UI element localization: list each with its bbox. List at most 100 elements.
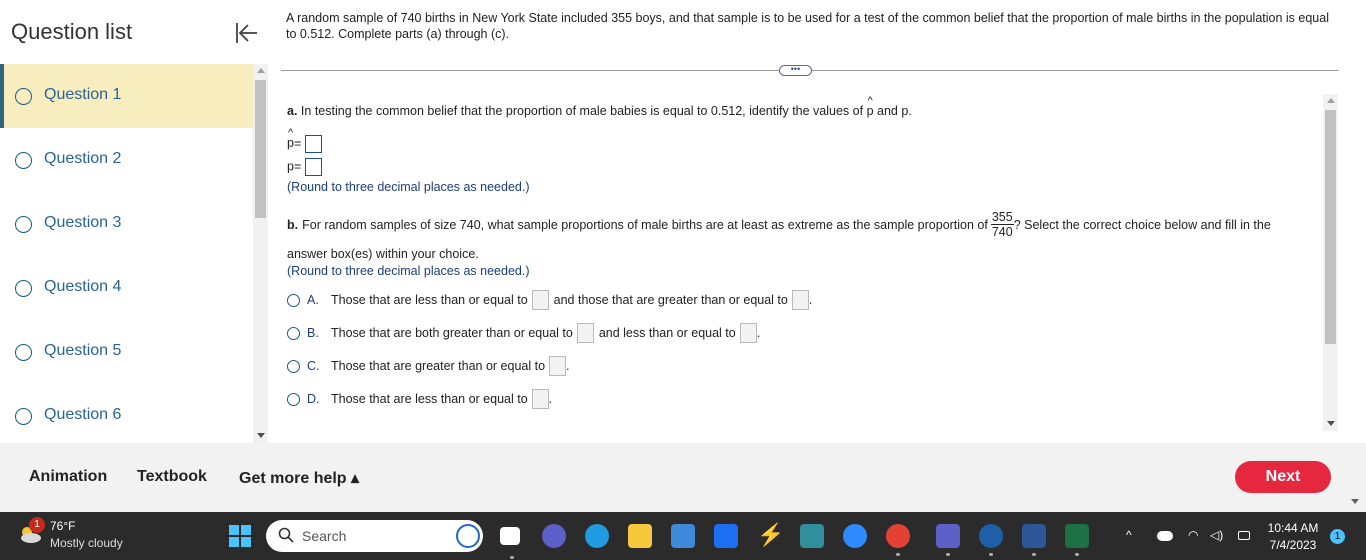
choice-a-box-1[interactable]	[531, 290, 549, 310]
scroll-up-icon[interactable]	[1327, 98, 1335, 103]
choice-text: Those that are less than or equal to	[331, 293, 528, 307]
taskbar-search[interactable]: Search	[266, 520, 483, 552]
question-item-5[interactable]: Question 5	[0, 320, 253, 384]
clock-time: 10:44 AM	[1267, 521, 1319, 535]
windows-taskbar: 1 76°F Mostly cloudy Search ⚡ ^ ◠ ◁) 10:…	[0, 512, 1366, 560]
bottom-toolbar: Animation Textbook Get more help ▴ Next	[0, 443, 1366, 512]
scroll-up-icon[interactable]	[257, 68, 265, 73]
question-item-label: Question 5	[44, 342, 122, 359]
question-item-4[interactable]: Question 4	[0, 256, 253, 320]
question-list-header: Question list	[0, 0, 272, 64]
round-hint-a: (Round to three decimal places as needed…	[287, 180, 530, 194]
lightning-app-icon[interactable]: ⚡	[757, 524, 784, 548]
question-item-6[interactable]: Question 6	[0, 384, 253, 443]
question-item-label: Question 1	[44, 86, 122, 103]
choice-b-box-1[interactable]	[576, 323, 594, 343]
choice-d-box-1[interactable]	[531, 389, 549, 409]
scrollbar-thumb[interactable]	[1325, 110, 1336, 344]
store-icon[interactable]	[671, 524, 695, 548]
search-label: Search	[302, 528, 347, 544]
question-item-1[interactable]: Question 1	[0, 64, 253, 128]
phat-answer-box[interactable]	[304, 135, 322, 153]
word-icon[interactable]	[1022, 524, 1046, 556]
chrome-icon[interactable]	[886, 524, 910, 556]
radio-icon	[15, 88, 32, 105]
period: .	[808, 293, 813, 307]
collapse-panel-icon[interactable]	[233, 20, 259, 46]
next-button[interactable]: Next	[1235, 461, 1331, 493]
choice-text: Those that are less than or equal to	[331, 392, 528, 406]
choice-text: and less than or equal to	[598, 326, 736, 340]
question-intro: A random sample of 740 births in New Yor…	[286, 11, 1329, 41]
phat-label: p	[287, 127, 294, 150]
part-a-prefix: a.	[287, 104, 298, 118]
teams-chat-icon[interactable]	[542, 524, 566, 548]
choice-text: Those that are greater than or equal to	[331, 359, 546, 373]
choice-b[interactable]: B. Those that are both greater than or e…	[287, 322, 760, 344]
period: .	[548, 392, 553, 406]
question-item-label: Question 3	[44, 214, 122, 231]
onedrive-icon[interactable]	[1157, 531, 1173, 541]
part-a-text: a. In testing the common belief that the…	[287, 95, 912, 118]
choice-radio-icon[interactable]	[287, 293, 300, 307]
choice-radio-icon[interactable]	[287, 359, 300, 373]
choice-radio-icon[interactable]	[287, 326, 300, 340]
battery-icon[interactable]	[1238, 531, 1250, 540]
choice-c-box-1[interactable]	[549, 356, 567, 376]
choice-a-box-2[interactable]	[791, 290, 809, 310]
question-item-label: Question 4	[44, 278, 122, 295]
file-explorer-icon[interactable]	[628, 524, 652, 548]
wifi-icon[interactable]: ◠	[1188, 528, 1198, 542]
radio-icon	[15, 152, 32, 169]
choice-letter: C.	[307, 359, 320, 373]
zoom-icon[interactable]	[843, 524, 867, 548]
part-b-text: b. For random samples of size 740, what …	[287, 210, 1271, 239]
scrollbar-thumb[interactable]	[255, 80, 266, 218]
clock-date: 7/4/2023	[1269, 538, 1317, 552]
show-hidden-icons-icon[interactable]: ^	[1126, 528, 1132, 542]
radio-icon	[15, 408, 32, 425]
part-a-and: and p.	[877, 104, 912, 118]
page-scroll-down-icon[interactable]	[1351, 499, 1359, 504]
radio-icon	[15, 280, 32, 297]
scroll-down-icon[interactable]	[257, 433, 265, 438]
animation-link[interactable]: Animation	[29, 468, 107, 486]
app-window: Question list Question 1 Question 2 Ques…	[0, 0, 1366, 512]
fraction-denominator: 740	[991, 225, 1013, 239]
expand-more-button[interactable]: •••	[779, 65, 812, 76]
notification-badge[interactable]: 1	[1330, 529, 1345, 544]
choice-letter: A.	[307, 293, 319, 307]
task-view-icon[interactable]	[500, 527, 520, 559]
teams-icon[interactable]	[936, 524, 960, 556]
mylab-icon[interactable]	[979, 524, 1003, 556]
choice-text: Those that are both greater than or equa…	[331, 326, 573, 340]
taskbar-clock[interactable]: 10:44 AM 7/4/2023	[1262, 520, 1324, 554]
edge-browser-icon[interactable]	[585, 524, 609, 548]
fraction: 355 740	[990, 210, 1014, 239]
choice-c[interactable]: C. Those that are greater than or equal …	[287, 355, 570, 377]
get-more-help-button[interactable]: Get more help ▴	[239, 468, 359, 488]
choice-radio-icon[interactable]	[287, 392, 300, 406]
weather-alert-badge: 1	[29, 517, 45, 533]
choice-a[interactable]: A. Those that are less than or equal to …	[287, 289, 812, 311]
phat-symbol: p	[867, 95, 874, 118]
p-answer-row: p=	[287, 158, 322, 176]
round-hint-b: (Round to three decimal places as needed…	[287, 264, 530, 278]
dropbox-icon[interactable]	[714, 524, 738, 548]
weather-description: Mostly cloudy	[50, 536, 123, 550]
bing-icon[interactable]	[456, 524, 480, 548]
question-list-scrollbar[interactable]	[253, 64, 268, 443]
excel-icon[interactable]	[1065, 524, 1089, 556]
question-item-label: Question 2	[44, 150, 122, 167]
choice-d[interactable]: D. Those that are less than or equal to …	[287, 388, 552, 410]
calculator-icon[interactable]	[800, 524, 824, 548]
question-item-3[interactable]: Question 3	[0, 192, 253, 256]
choice-b-box-2[interactable]	[739, 323, 757, 343]
windows-start-icon[interactable]	[229, 525, 251, 547]
content-scrollbar[interactable]	[1323, 94, 1338, 431]
scroll-down-icon[interactable]	[1327, 421, 1335, 426]
textbook-link[interactable]: Textbook	[137, 468, 207, 486]
question-item-2[interactable]: Question 2	[0, 128, 253, 192]
volume-icon[interactable]: ◁)	[1210, 528, 1223, 542]
p-answer-box[interactable]	[304, 158, 322, 176]
